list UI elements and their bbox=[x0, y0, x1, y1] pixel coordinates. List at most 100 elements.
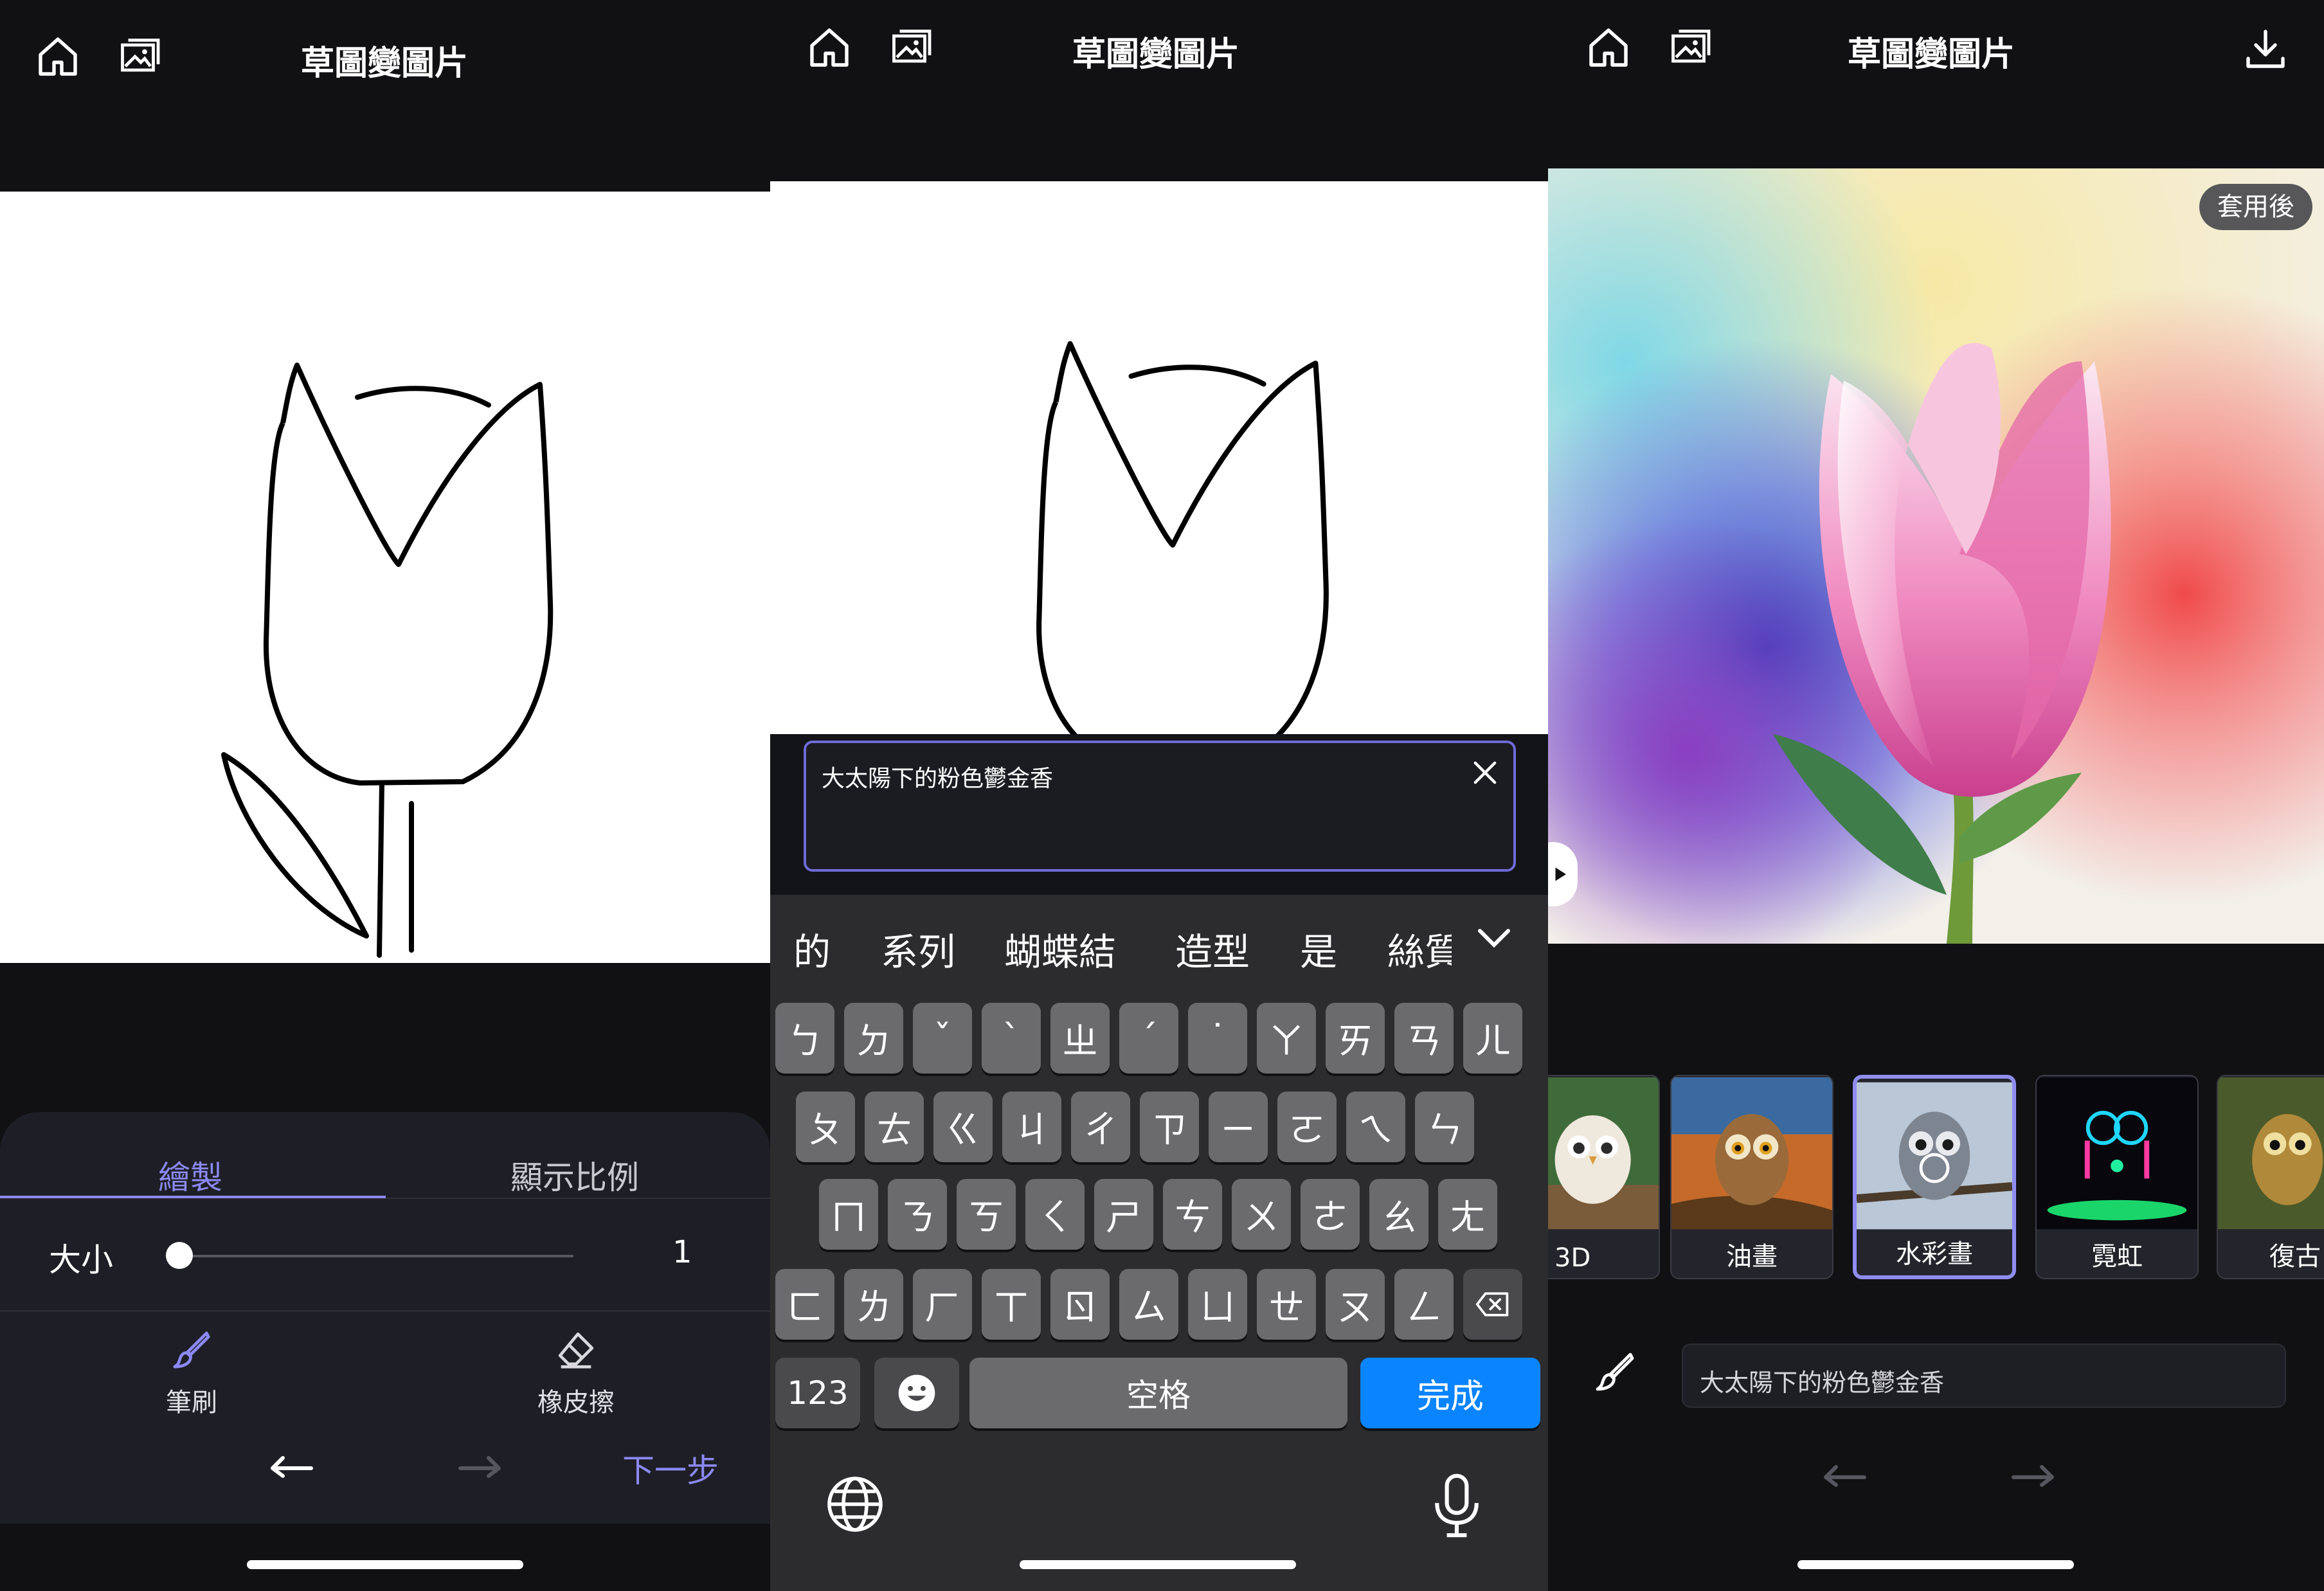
tulip-sketch bbox=[0, 192, 770, 963]
zhuyin-key[interactable]: ㄋ bbox=[888, 1179, 947, 1250]
zhuyin-key[interactable]: ㄢ bbox=[1394, 1003, 1454, 1074]
style-card-watercolor[interactable]: 水彩畫 bbox=[1853, 1075, 2016, 1279]
result-panel: 草圖變圖片 套用後 3D 油畫 水彩畫 霓虹 復古 大太陽下的粉色鬱金香 bbox=[1548, 0, 2324, 1591]
zhuyin-key[interactable]: ˋ bbox=[982, 1003, 1041, 1074]
redo-icon[interactable] bbox=[2008, 1449, 2060, 1488]
zhuyin-key[interactable]: ㄡ bbox=[1326, 1269, 1385, 1340]
gallery-icon[interactable] bbox=[887, 24, 933, 71]
zhuyin-key[interactable]: ㄇ bbox=[819, 1179, 878, 1250]
tab-draw[interactable]: 繪製 bbox=[158, 1152, 222, 1198]
candidate-word[interactable]: 是 bbox=[1300, 922, 1337, 976]
home-icon[interactable] bbox=[35, 33, 81, 80]
zhuyin-key[interactable]: ㄣ bbox=[1415, 1092, 1474, 1162]
size-slider[interactable] bbox=[180, 1255, 573, 1257]
undo-icon[interactable] bbox=[1818, 1449, 1869, 1488]
page-title: 草圖變圖片 bbox=[1072, 35, 1240, 74]
zhuyin-key[interactable]: ㄆ bbox=[796, 1092, 855, 1162]
candidate-word[interactable]: 蝴蝶結 bbox=[1004, 922, 1116, 976]
zhuyin-key[interactable]: ㄅ bbox=[775, 1003, 834, 1074]
download-icon[interactable] bbox=[2242, 26, 2289, 72]
zhuyin-key[interactable]: ㄧ bbox=[1209, 1092, 1268, 1162]
backspace-key[interactable] bbox=[1463, 1269, 1522, 1340]
microphone-icon[interactable] bbox=[1431, 1473, 1482, 1538]
style-card-neon[interactable]: 霓虹 bbox=[2035, 1075, 2199, 1279]
zhuyin-key[interactable]: ㄒ bbox=[982, 1269, 1041, 1340]
zhuyin-key[interactable]: ˇ bbox=[913, 1003, 972, 1074]
zhuyin-key[interactable]: ㄘ bbox=[1163, 1179, 1222, 1250]
zhuyin-key[interactable]: ㄙ bbox=[1119, 1269, 1178, 1340]
zhuyin-key[interactable]: ㄓ bbox=[1050, 1003, 1110, 1074]
owl-oil-thumbnail bbox=[1671, 1077, 1832, 1230]
drawing-canvas[interactable] bbox=[770, 181, 1548, 734]
numbers-key[interactable]: 123 bbox=[775, 1358, 860, 1428]
next-step-button[interactable]: 下一步 bbox=[622, 1445, 719, 1491]
gallery-icon[interactable] bbox=[1666, 24, 1713, 71]
zhuyin-key[interactable]: ㄨ bbox=[1232, 1179, 1291, 1250]
drawing-canvas[interactable] bbox=[0, 192, 770, 963]
zhuyin-key[interactable]: ˊ bbox=[1119, 1003, 1178, 1074]
zhuyin-key[interactable]: ㄝ bbox=[1257, 1269, 1316, 1340]
zhuyin-key[interactable]: ㄠ bbox=[1369, 1179, 1428, 1250]
style-label: 霓虹 bbox=[2091, 1242, 2143, 1272]
prompt-input-panel: 草圖變圖片 大太陽下的粉色鬱金香 的 系列 蝴蝶結 造型 是 絲質 ㄅㄉˇˋㄓˊ… bbox=[770, 0, 1548, 1591]
zhuyin-key[interactable]: ㄊ bbox=[865, 1092, 924, 1162]
zhuyin-key[interactable]: ㄗ bbox=[1140, 1092, 1199, 1162]
brush-tool-button[interactable]: 筆刷 bbox=[127, 1327, 256, 1419]
owl-retro-thumbnail bbox=[2218, 1077, 2324, 1230]
zhuyin-key[interactable]: ㄌ bbox=[844, 1269, 903, 1340]
page-title: 草圖變圖片 bbox=[301, 44, 469, 83]
gallery-icon[interactable] bbox=[116, 33, 162, 80]
candidate-word[interactable]: 絲質 bbox=[1387, 922, 1452, 976]
divider bbox=[0, 1310, 770, 1312]
zhuyin-key[interactable]: ㄜ bbox=[1301, 1179, 1360, 1250]
prompt-textbox[interactable]: 大太陽下的粉色鬱金香 bbox=[804, 741, 1516, 872]
home-indicator bbox=[247, 1560, 523, 1569]
zhuyin-key[interactable]: ㄤ bbox=[1438, 1179, 1497, 1250]
candidate-word[interactable]: 造型 bbox=[1175, 922, 1250, 976]
tool-sheet: 繪製 顯示比例 大小 1 筆刷 橡皮擦 下一步 bbox=[0, 1112, 770, 1524]
zhuyin-key[interactable]: ㄎ bbox=[957, 1179, 1016, 1250]
done-key[interactable]: 完成 bbox=[1360, 1358, 1540, 1428]
style-card-3d[interactable]: 3D bbox=[1548, 1075, 1660, 1279]
zhuyin-key[interactable]: ㄞ bbox=[1326, 1003, 1385, 1074]
eraser-tool-button[interactable]: 橡皮擦 bbox=[512, 1327, 640, 1419]
zhuyin-key[interactable]: ㄍ bbox=[933, 1092, 993, 1162]
zhuyin-key[interactable]: ㄟ bbox=[1346, 1092, 1405, 1162]
zhuyin-key[interactable]: ㄦ bbox=[1463, 1003, 1522, 1074]
prompt-field[interactable]: 大太陽下的粉色鬱金香 bbox=[1682, 1344, 2286, 1408]
size-slider-knob[interactable] bbox=[166, 1242, 193, 1269]
zhuyin-key[interactable]: ㄔ bbox=[1071, 1092, 1130, 1162]
chevron-down-icon[interactable] bbox=[1475, 926, 1513, 951]
space-key[interactable]: 空格 bbox=[969, 1358, 1347, 1428]
zhuyin-key[interactable]: ㄥ bbox=[1394, 1269, 1454, 1340]
zhuyin-key[interactable]: ㄛ bbox=[1277, 1092, 1337, 1162]
zhuyin-key[interactable]: ˙ bbox=[1188, 1003, 1247, 1074]
zhuyin-key[interactable]: ㄑ bbox=[1025, 1179, 1085, 1250]
emoji-key[interactable] bbox=[874, 1358, 959, 1428]
zhuyin-key[interactable]: ㄏ bbox=[913, 1269, 972, 1340]
style-label: 復古 bbox=[2269, 1242, 2321, 1272]
brush-icon[interactable] bbox=[1592, 1349, 1638, 1395]
style-card-oil-painting[interactable]: 油畫 bbox=[1670, 1075, 1833, 1279]
zhuyin-key[interactable]: ㄐ bbox=[1002, 1092, 1061, 1162]
prompt-text: 大太陽下的粉色鬱金香 bbox=[1700, 1369, 1945, 1397]
undo-icon[interactable] bbox=[265, 1440, 316, 1479]
home-icon[interactable] bbox=[806, 24, 852, 71]
zhuyin-key[interactable]: ㄩ bbox=[1188, 1269, 1247, 1340]
zhuyin-key[interactable]: ㄕ bbox=[1094, 1179, 1153, 1250]
candidate-word[interactable]: 的 bbox=[793, 922, 831, 976]
globe-icon[interactable] bbox=[824, 1473, 886, 1535]
close-icon[interactable] bbox=[1468, 756, 1502, 789]
redo-icon[interactable] bbox=[455, 1440, 507, 1479]
zhuyin-key[interactable]: ㄚ bbox=[1257, 1003, 1316, 1074]
prompt-area: 大太陽下的粉色鬱金香 bbox=[770, 734, 1548, 895]
candidate-word[interactable]: 系列 bbox=[881, 922, 955, 976]
zhuyin-key[interactable]: ㄖ bbox=[1050, 1269, 1110, 1340]
zhuyin-key[interactable]: ㄈ bbox=[775, 1269, 834, 1340]
style-card-retro[interactable]: 復古 bbox=[2217, 1075, 2324, 1279]
prompt-text: 大太陽下的粉色鬱金香 bbox=[822, 766, 1054, 792]
home-icon[interactable] bbox=[1585, 24, 1632, 71]
generated-image: 套用後 bbox=[1548, 168, 2324, 944]
zhuyin-key[interactable]: ㄉ bbox=[844, 1003, 903, 1074]
tab-display-ratio[interactable]: 顯示比例 bbox=[510, 1152, 639, 1198]
